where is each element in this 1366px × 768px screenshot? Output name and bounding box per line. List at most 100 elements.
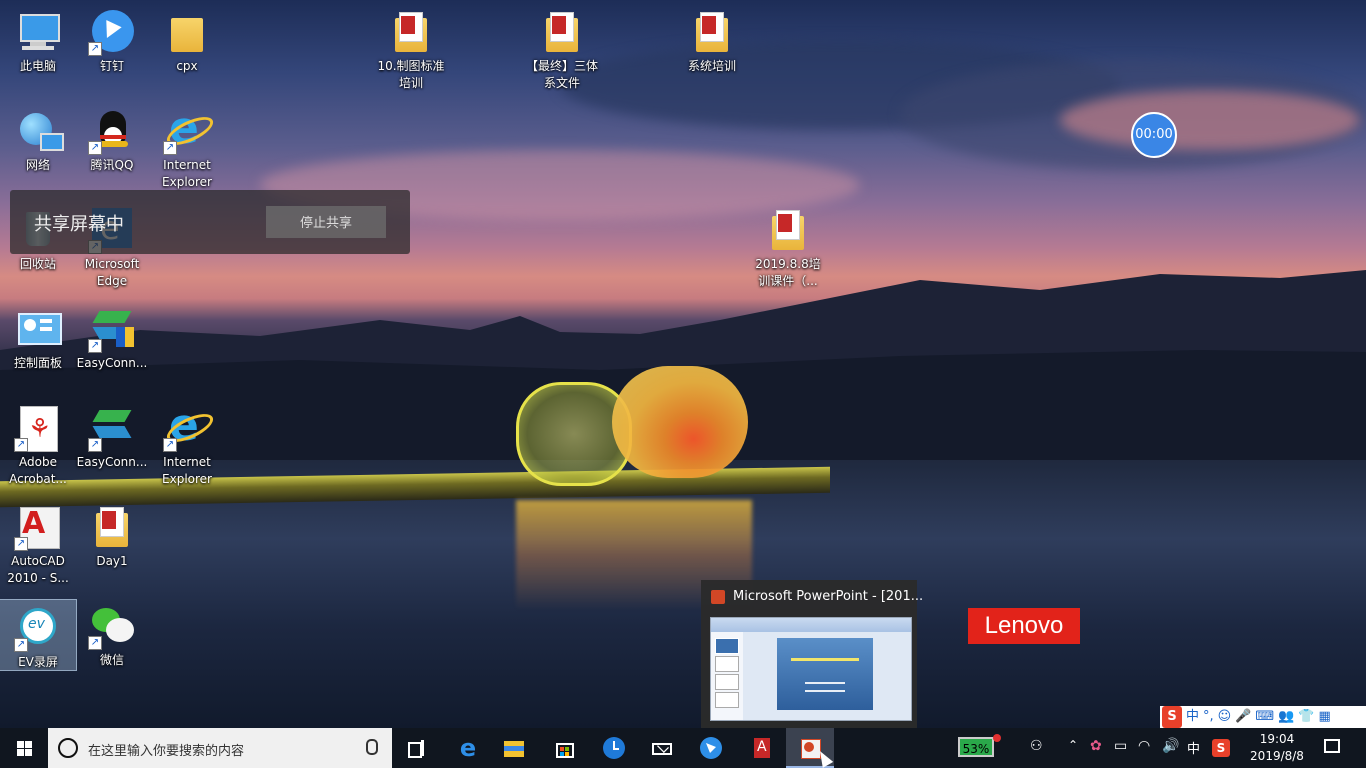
taskbar-task-view[interactable] (392, 728, 440, 768)
desktop-icon-acrobat[interactable]: ⚘ ↗ Adobe Acrobat... (0, 396, 76, 488)
control-panel-icon (14, 305, 62, 353)
dingtalk-icon (700, 737, 722, 759)
cloud (1060, 90, 1360, 150)
taskbar-window-preview[interactable]: Microsoft PowerPoint - [201... (701, 580, 923, 728)
icon-label: 此电脑 (19, 59, 56, 73)
share-status-text: 共享屏幕中 (34, 214, 124, 235)
desktop-icon-easyconnect-2[interactable]: ↗ EasyConn... (74, 396, 150, 471)
desktop-icon-system-training[interactable]: 系统培训 (674, 0, 750, 75)
taskbar-file-explorer[interactable] (490, 728, 538, 768)
shortcut-arrow-icon: ↗ (163, 141, 177, 155)
icon-label: 腾讯QQ (90, 158, 134, 172)
toolbox-icon[interactable]: ▦ (1319, 706, 1331, 728)
taskbar-clock-app[interactable] (590, 728, 638, 768)
ime-mode[interactable]: 中 (1186, 706, 1199, 728)
folder-icon (387, 8, 435, 56)
clock-date: 2019/8/8 (1250, 749, 1304, 763)
desktop-icon-autocad[interactable]: A ↗ AutoCAD 2010 - S... (0, 495, 76, 587)
taskbar-acrobat[interactable]: A (738, 728, 786, 768)
shortcut-arrow-icon: ↗ (88, 438, 102, 452)
stop-share-button[interactable]: 停止共享 (266, 206, 386, 238)
desktop-icon-dingtalk[interactable]: ↗ 钉钉 (74, 0, 150, 75)
acrobat-icon: A (751, 737, 773, 759)
emoji-icon[interactable]: ☺ (1218, 706, 1232, 728)
wifi-icon[interactable]: ◠ (1138, 738, 1150, 754)
icon-label: AutoCAD 2010 - S... (7, 554, 69, 585)
icon-label: 网络 (25, 158, 50, 172)
icon-label: EV录屏 (18, 655, 58, 669)
thumbnail-ribbon (711, 618, 911, 632)
screen-share-banner: 共享屏幕中 停止共享 (10, 190, 410, 254)
clock-icon (603, 737, 625, 759)
taskbar-search-box[interactable]: 在这里输入你要搜索的内容 (48, 728, 392, 768)
desktop-icon-drawing-standards[interactable]: 10.制图标准培训 (373, 0, 449, 92)
desktop-icon-network[interactable]: 网络 (0, 99, 76, 174)
cortana-icon (58, 738, 78, 758)
desktop-icon-cpx[interactable]: cpx (149, 0, 225, 75)
folder-icon (688, 8, 736, 56)
microphone-icon[interactable] (366, 739, 378, 755)
desktop-icon-qq[interactable]: ↗ 腾讯QQ (74, 99, 150, 174)
icon-label: Microsoft Edge (84, 257, 140, 288)
system-clock[interactable]: 19:04 2019/8/8 (1242, 731, 1312, 765)
taskbar-mail[interactable] (638, 728, 686, 768)
preview-thumbnail[interactable] (710, 617, 912, 721)
desktop-icon-day1[interactable]: Day1 (74, 495, 150, 570)
wechat-icon: ↗ (88, 602, 136, 650)
keyboard-icon[interactable]: ⌨ (1255, 706, 1274, 728)
desktop-icon-wechat[interactable]: ↗ 微信 (74, 594, 150, 669)
store-icon (554, 737, 576, 759)
folder-icon (88, 503, 136, 551)
shortcut-arrow-icon: ↗ (88, 339, 102, 353)
icon-label: cpx (176, 59, 198, 73)
taskbar-dingtalk[interactable] (687, 728, 735, 768)
desktop-icon-three-systems[interactable]: 【最终】三体系文件 (524, 0, 600, 92)
shortcut-arrow-icon: ↗ (14, 438, 28, 452)
desktop-icon-internet-explorer-1[interactable]: e ↗ Internet Explorer (149, 99, 225, 191)
action-center-icon[interactable] (1324, 739, 1340, 753)
ev-recorder-icon: ev ↗ (14, 604, 62, 652)
desktop-icon-training-slides[interactable]: 2019.8.8培训课件（... (750, 198, 826, 290)
tray-app-icon[interactable]: ✿ (1090, 738, 1102, 754)
computer-icon (14, 8, 62, 56)
preview-title: Microsoft PowerPoint - [201... (733, 589, 924, 604)
shortcut-arrow-icon: ↗ (88, 636, 102, 650)
user-icon[interactable]: 👥 (1278, 706, 1294, 728)
desktop-icon-internet-explorer-2[interactable]: e ↗ Internet Explorer (149, 396, 225, 488)
icon-label: 【最终】三体系文件 (525, 59, 598, 90)
battery-indicator[interactable]: 53% (958, 737, 994, 757)
volume-icon[interactable]: 🔊 (1162, 738, 1179, 754)
desktop-icon-control-panel[interactable]: 控制面板 (0, 297, 76, 372)
folder-icon (764, 206, 812, 254)
network-icon (14, 107, 64, 155)
skin-icon[interactable]: 👕 (1298, 706, 1314, 728)
bubble-tent (612, 366, 748, 478)
ime-indicator[interactable]: 中 (1187, 738, 1200, 757)
icon-label: 回收站 (19, 257, 56, 271)
ime-punctuation[interactable]: °, (1203, 706, 1214, 728)
icon-label: 系统培训 (687, 59, 736, 73)
desktop-icon-ev-recorder[interactable]: ev ↗ EV录屏 (0, 599, 77, 671)
sogou-icon[interactable]: S (1162, 706, 1182, 728)
taskbar-store[interactable] (541, 728, 589, 768)
autocad-icon: A ↗ (14, 503, 62, 551)
icon-label: 微信 (99, 653, 124, 667)
chevron-up-icon[interactable]: ⌃ (1068, 738, 1078, 752)
sogou-tray-icon[interactable]: S (1212, 739, 1230, 757)
battery-icon[interactable]: ▭ (1114, 738, 1127, 754)
qq-icon: ↗ (88, 107, 136, 155)
people-icon[interactable]: ⚇ (1030, 738, 1043, 754)
desktop-icon-easyconnect-1[interactable]: ↗ EasyConn... (74, 297, 150, 372)
ie-icon: e ↗ (163, 404, 217, 452)
desktop-icon-this-pc[interactable]: 此电脑 (0, 0, 76, 75)
dingtalk-icon: ↗ (88, 8, 136, 56)
ime-toolbar[interactable]: S 中 °, ☺ 🎤 ⌨ 👥 👕 ▦ (1160, 706, 1366, 728)
microphone-icon[interactable]: 🎤 (1235, 706, 1251, 728)
start-button[interactable] (0, 728, 48, 768)
clock-time: 19:04 (1259, 732, 1295, 746)
recording-timer[interactable]: 00:00 (1131, 112, 1177, 158)
taskbar-edge[interactable]: e (444, 728, 492, 768)
shortcut-arrow-icon: ↗ (14, 537, 28, 551)
icon-label: Internet Explorer (162, 158, 212, 189)
thumbnail-slide (777, 638, 873, 710)
